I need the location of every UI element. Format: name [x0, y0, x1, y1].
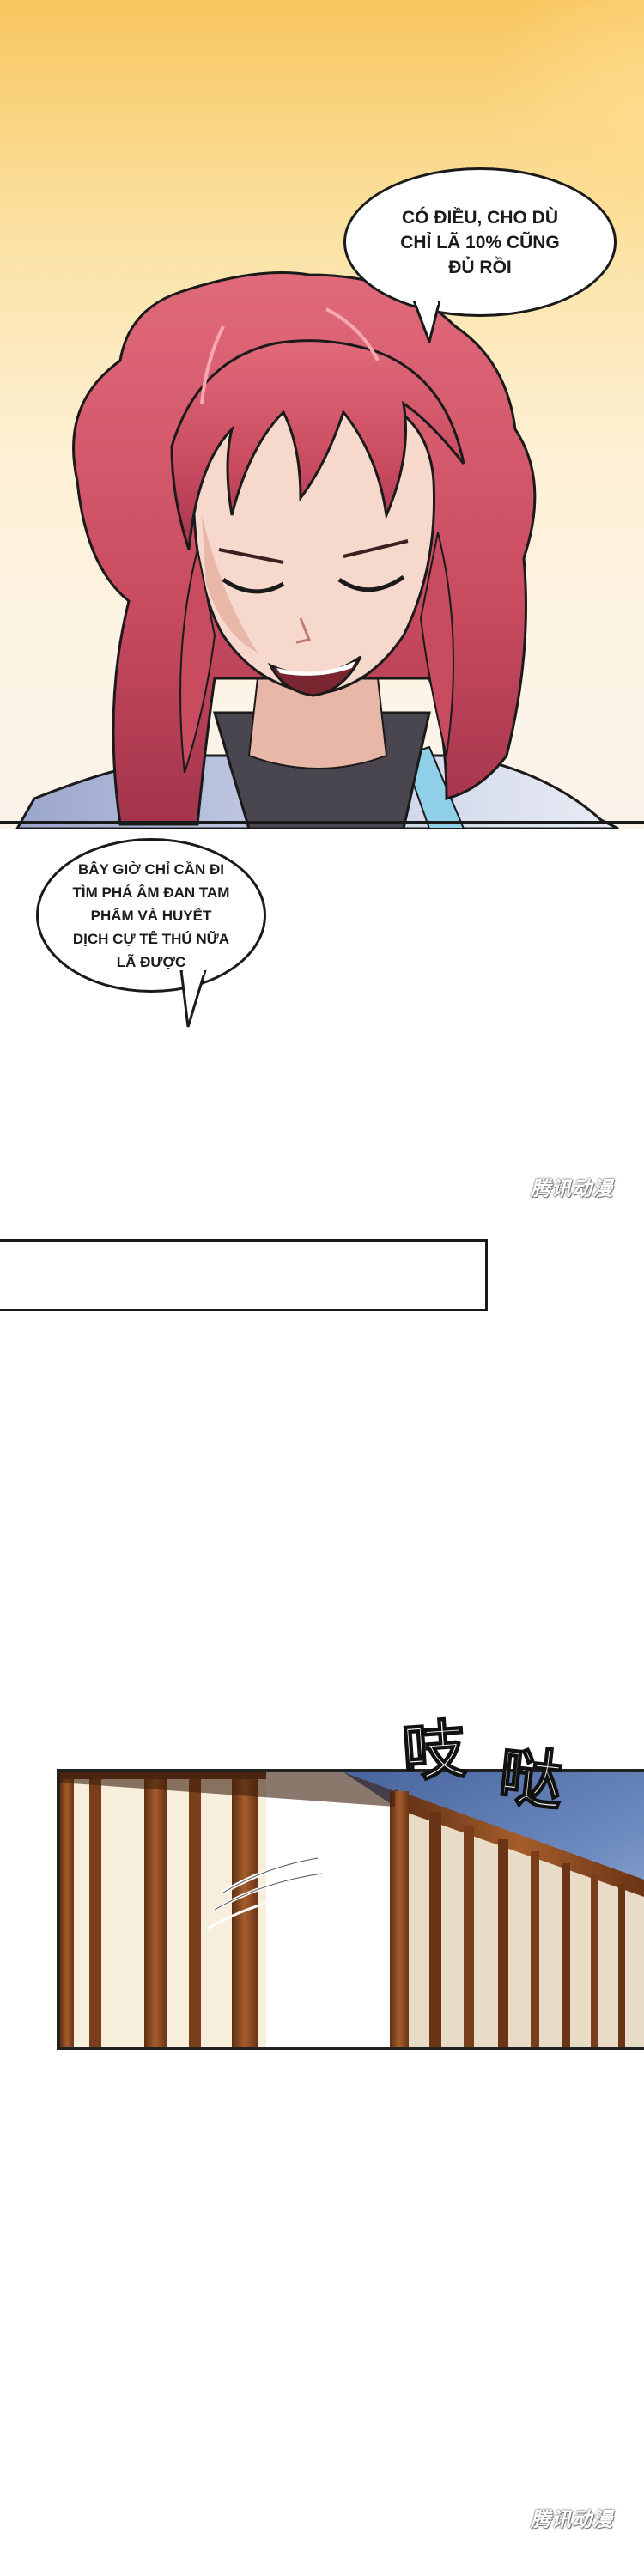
watermark-text: 腾讯动漫 — [531, 2509, 613, 2531]
bubble-2-tail — [179, 970, 207, 1028]
bubble-1-tail — [412, 301, 441, 343]
panel-character-portrait — [0, 0, 644, 829]
watermark-text: 腾讯动漫 — [531, 1178, 613, 1200]
sfx-char-2: 哒 — [495, 1738, 568, 1820]
speech-text-1: CÓ ĐIỀU, CHO DÙ CHỈ LÃ 10% CŨNG ĐỦ RỒI — [400, 207, 560, 277]
speech-bubble-1: CÓ ĐIỀU, CHO DÙ CHỈ LÃ 10% CŨNG ĐỦ RỒI — [343, 167, 617, 317]
watermark-bottom: 腾讯动漫 — [531, 2503, 634, 2532]
panel-empty-strip — [0, 1239, 488, 1311]
watermark-mid: 腾讯动漫 — [531, 1172, 634, 1201]
speech-bubble-2: BÂY GIỜ CHỈ CẦN ĐI TÌM PHÁ ÂM ĐAN TAM PH… — [36, 838, 266, 993]
sfx-char-1: 吱 — [399, 1712, 470, 1792]
character-illustration — [0, 271, 644, 829]
speech-text-2: BÂY GIỜ CHỈ CẦN ĐI TÌM PHÁ ÂM ĐAN TAM PH… — [72, 860, 230, 970]
